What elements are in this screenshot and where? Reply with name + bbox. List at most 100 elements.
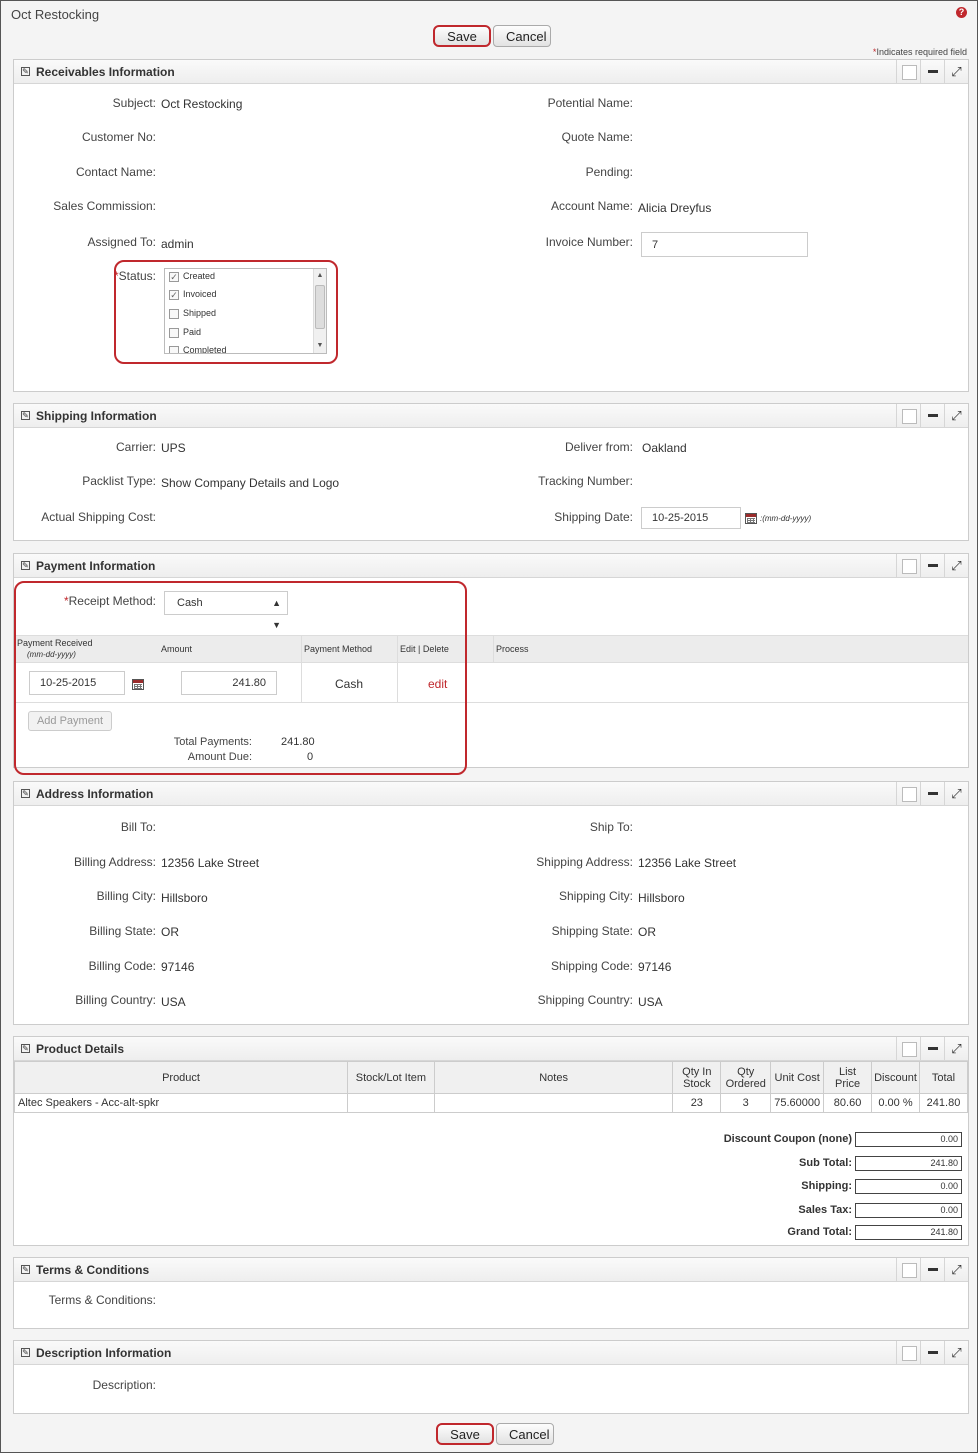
section-title: Product Details — [36, 1042, 125, 1056]
carrier-value: UPS — [161, 441, 186, 455]
discount-coupon-row: Discount Coupon (none) 0.00 — [714, 1132, 966, 1148]
cancel-button[interactable]: Cancel — [493, 25, 551, 47]
status-option-completed[interactable]: Completed — [169, 345, 227, 353]
status-multiselect[interactable]: ✓ Created ✓ Invoiced Shipped Paid Complete… — [164, 268, 327, 354]
scroll-thumb[interactable] — [315, 285, 325, 329]
potential-name-label: Potential Name: — [547, 96, 633, 110]
actual-shipping-cost-label: Actual Shipping Cost: — [41, 510, 156, 524]
bill-to-label: Bill To: — [120, 820, 156, 834]
payment-edit-link[interactable]: edit — [428, 677, 447, 691]
scroll-down-icon[interactable]: ▼ — [314, 340, 326, 352]
select-caret-icon: ▲ ▼ — [272, 598, 281, 630]
status-option-invoiced[interactable]: ✓ Invoiced — [169, 289, 217, 303]
deliver-from-label: Deliver from: — [564, 440, 633, 454]
shipping-date-label: Shipping Date: — [554, 510, 633, 524]
unit-cost-cell: 75.60000 — [770, 1093, 825, 1113]
list-price-cell: 80.60 — [823, 1093, 873, 1113]
discount-coupon-value: 0.00 — [855, 1132, 962, 1147]
assigned-to-label: Assigned To: — [87, 235, 157, 249]
minus-icon[interactable] — [920, 1037, 944, 1060]
section-select-checkbox[interactable] — [896, 782, 920, 805]
quote-name-label: Quote Name: — [561, 130, 633, 144]
section-select-checkbox[interactable] — [896, 60, 920, 83]
expand-arrows-icon[interactable]: ⤢ — [944, 1037, 968, 1060]
contact-name-label: Contact Name: — [75, 165, 156, 179]
grand-total-row: Grand Total: 241.80 — [714, 1225, 966, 1241]
minus-icon[interactable] — [920, 782, 944, 805]
expand-arrows-icon[interactable]: ⤢ — [944, 1341, 968, 1364]
payment-date-input[interactable] — [29, 671, 125, 695]
section-title: Description Information — [36, 1346, 172, 1360]
payment-section: ✎ Payment Information ⤢ *Receipt Method:… — [13, 553, 969, 775]
col-product: Product — [13, 1061, 349, 1094]
section-title: Payment Information — [36, 559, 156, 573]
shipping-country-label: Shipping Country: — [537, 993, 633, 1007]
description-section: ✎ Description Information ⤢ Description: — [13, 1340, 969, 1414]
col-qty-ordered: Qty Ordered — [720, 1061, 772, 1094]
billing-code-label: Billing Code: — [88, 959, 156, 973]
minus-icon[interactable] — [920, 404, 944, 427]
billing-city-value: Hillsboro — [161, 891, 208, 905]
expand-arrows-icon[interactable]: ⤢ — [944, 404, 968, 427]
billing-code-value: 97146 — [161, 960, 195, 974]
sub-total-value: 241.80 — [855, 1156, 962, 1171]
calendar-icon[interactable] — [745, 513, 757, 524]
payment-method-value: Cash — [335, 677, 364, 691]
minus-icon[interactable] — [920, 60, 944, 83]
edit-square-icon: ✎ — [21, 1265, 30, 1274]
edit-square-icon: ✎ — [21, 67, 30, 76]
status-option-shipped[interactable]: Shipped — [169, 308, 216, 322]
save-button[interactable]: Save — [436, 1423, 494, 1445]
shipping-code-label: Shipping Code: — [550, 959, 633, 973]
table-row[interactable]: Altec Speakers - Acc-alt-spkr 23 3 75.60… — [13, 1093, 968, 1113]
billing-country-label: Billing Country: — [75, 993, 156, 1007]
expand-arrows-icon[interactable]: ⤢ — [944, 554, 968, 577]
add-payment-button[interactable]: Add Payment — [28, 711, 112, 731]
save-button[interactable]: Save — [433, 25, 491, 47]
cancel-button[interactable]: Cancel — [496, 1423, 554, 1445]
shipping-date-input[interactable] — [641, 507, 741, 529]
minus-icon[interactable] — [920, 1341, 944, 1364]
col-notes: Notes — [433, 1061, 674, 1094]
required-field-note: *Indicates required field — [872, 47, 967, 57]
billing-address-label: Billing Address: — [73, 855, 156, 869]
shipping-country-value: USA — [638, 995, 663, 1009]
section-select-checkbox[interactable] — [896, 554, 920, 577]
invoice-number-input[interactable] — [641, 232, 808, 257]
section-select-checkbox[interactable] — [896, 1258, 920, 1281]
minus-icon[interactable] — [920, 1258, 944, 1281]
terms-section: ✎ Terms & Conditions ⤢ Terms & Condition… — [13, 1257, 969, 1329]
col-unit-cost: Unit Cost — [770, 1061, 825, 1094]
status-option-paid[interactable]: Paid — [169, 327, 201, 341]
amount-due-value: 0 — [307, 751, 314, 763]
sales-tax-row: Sales Tax: 0.00 — [714, 1203, 966, 1219]
scroll-up-icon[interactable]: ▲ — [314, 270, 326, 282]
status-scrollbar[interactable]: ▲ ▼ — [313, 269, 326, 353]
deliver-from-value: Oakland — [642, 441, 687, 455]
receipt-method-select[interactable]: Cash ▲ ▼ — [164, 591, 288, 630]
qty-in-stock-cell: 23 — [672, 1093, 722, 1113]
payment-amount-input[interactable] — [181, 671, 277, 695]
carrier-label: Carrier: — [115, 440, 156, 454]
discount-cell: 0.00 % — [871, 1093, 920, 1113]
section-select-checkbox[interactable] — [896, 404, 920, 427]
minus-icon[interactable] — [920, 554, 944, 577]
payment-table-header: Payment Received (mm-dd-yyyy) Amount Pay… — [14, 635, 968, 663]
section-select-checkbox[interactable] — [896, 1341, 920, 1364]
expand-arrows-icon[interactable]: ⤢ — [944, 782, 968, 805]
pending-label: Pending: — [585, 165, 633, 179]
calendar-icon[interactable] — [132, 679, 144, 690]
section-select-checkbox[interactable] — [896, 1037, 920, 1060]
subject-label: Subject: — [112, 96, 156, 110]
col-list-price: List Price — [823, 1061, 873, 1094]
product-details-section: ✎ Product Details ⤢ Product Stock/Lot It… — [13, 1036, 969, 1246]
help-icon[interactable]: ? — [956, 7, 967, 18]
page-title: Oct Restocking — [11, 7, 100, 22]
product-table: Product Stock/Lot Item Notes Qty In Stoc… — [13, 1061, 968, 1113]
expand-arrows-icon[interactable]: ⤢ — [944, 60, 968, 83]
receivables-section: ✎ Receivables Information ⤢ Subject: Oct… — [13, 59, 969, 392]
invoice-number-label: Invoice Number: — [545, 235, 633, 249]
status-option-created[interactable]: ✓ Created — [169, 271, 215, 285]
col-total: Total — [919, 1061, 968, 1094]
expand-arrows-icon[interactable]: ⤢ — [944, 1258, 968, 1281]
